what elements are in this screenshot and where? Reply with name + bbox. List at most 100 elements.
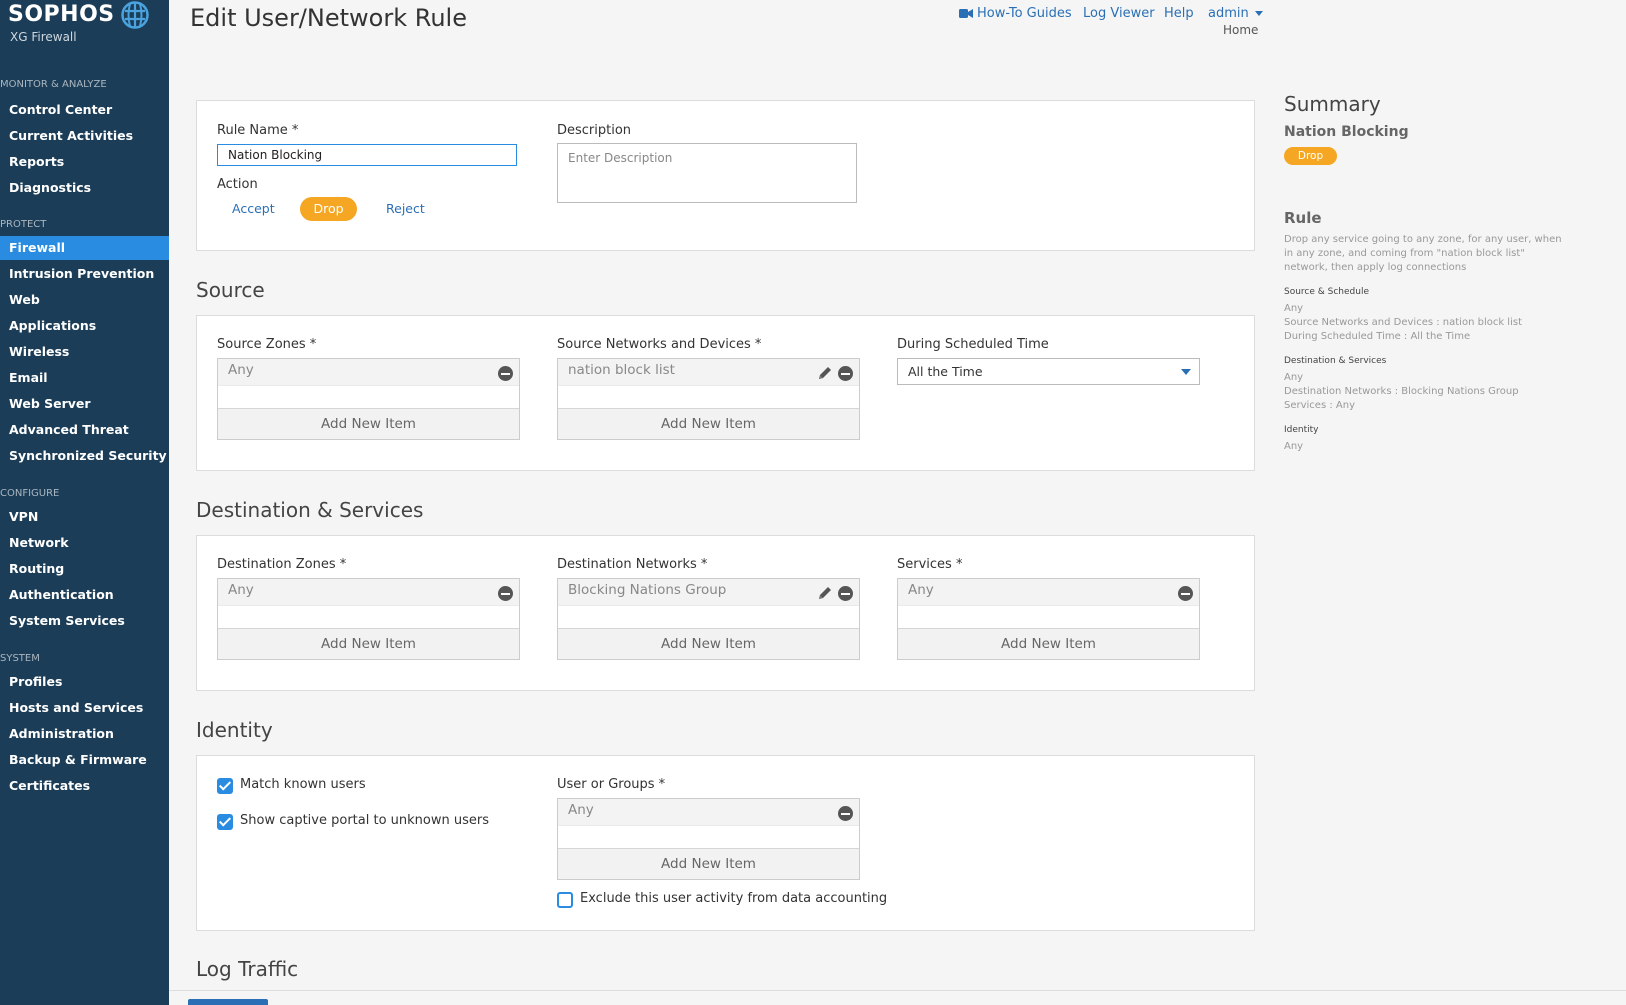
remove-icon[interactable] (838, 806, 853, 821)
help-link[interactable]: Help (1164, 6, 1194, 21)
globe-icon (121, 1, 149, 29)
action-accept[interactable]: Accept (232, 201, 275, 216)
identity-panel: Match known users Show captive portal to… (196, 755, 1255, 931)
description-textarea[interactable]: Enter Description (557, 143, 857, 203)
add-new-item-button[interactable]: Add New Item (218, 628, 519, 659)
summary-rule-description: Drop any service going to any zone, for … (1284, 234, 1562, 273)
add-new-item-button[interactable]: Add New Item (558, 408, 859, 439)
log-viewer-link[interactable]: Log Viewer (1083, 6, 1155, 21)
sidebar-item-reports[interactable]: Reports (0, 150, 169, 174)
source-zones-label: Source Zones * (217, 337, 317, 352)
video-camera-icon (959, 9, 973, 18)
admin-menu[interactable]: admin (1208, 6, 1263, 21)
section-configure: CONFIGURE (0, 488, 60, 499)
pencil-icon[interactable] (817, 365, 833, 381)
section-monitor-analyze: MONITOR & ANALYZE (0, 79, 107, 90)
destination-panel: Destination Zones * Any Add New Item Des… (196, 535, 1255, 691)
sidebar-item-web-server[interactable]: Web Server (0, 392, 169, 416)
sidebar-item-control-center[interactable]: Control Center (0, 98, 169, 122)
section-system: SYSTEM (0, 653, 40, 664)
summary-destination-heading: Destination & Services (1284, 356, 1387, 366)
summary-source-line: Source Networks and Devices : nation blo… (1284, 317, 1522, 328)
summary-destination-line: Services : Any (1284, 400, 1355, 411)
remove-icon[interactable] (838, 586, 853, 601)
sidebar-item-administration[interactable]: Administration (0, 722, 169, 746)
rule-panel: Rule Name * Nation Blocking Action Accep… (196, 100, 1255, 251)
howto-guides-link[interactable]: How-To Guides (977, 6, 1072, 21)
sidebar-item-network[interactable]: Network (0, 531, 169, 555)
summary-source-line: Any (1284, 303, 1304, 314)
admin-label: admin (1208, 6, 1249, 21)
action-reject[interactable]: Reject (386, 201, 425, 216)
add-new-item-button[interactable]: Add New Item (898, 628, 1199, 659)
summary-action-badge: Drop (1284, 147, 1337, 165)
match-known-users-label: Match known users (240, 777, 366, 792)
exclude-data-accounting-checkbox[interactable] (557, 892, 573, 908)
main-content: Edit User/Network Rule How-To Guides Log… (169, 0, 1626, 1005)
summary-destination-line: Any (1284, 372, 1304, 383)
destination-zones-label: Destination Zones * (217, 557, 347, 572)
destination-networks-picker: Blocking Nations Group Add New Item (557, 578, 860, 660)
match-known-users-checkbox[interactable] (217, 778, 233, 794)
sidebar-item-hosts-and-services[interactable]: Hosts and Services (0, 696, 169, 720)
breadcrumb-home[interactable]: Home (1223, 23, 1258, 37)
caret-down-icon (1181, 369, 1191, 375)
captive-portal-checkbox[interactable] (217, 814, 233, 830)
action-label: Action (217, 177, 258, 192)
rule-name-input[interactable]: Nation Blocking (217, 144, 517, 166)
sidebar-item-firewall[interactable]: Firewall (0, 236, 169, 260)
remove-icon[interactable] (498, 586, 513, 601)
sidebar-item-system-services[interactable]: System Services (0, 609, 169, 633)
summary-title: Summary (1284, 92, 1381, 116)
sidebar-item-wireless[interactable]: Wireless (0, 340, 169, 364)
remove-icon[interactable] (498, 366, 513, 381)
exclude-data-accounting-label: Exclude this user activity from data acc… (580, 891, 888, 906)
rule-name-label: Rule Name * (217, 123, 299, 138)
source-networks-label: Source Networks and Devices * (557, 337, 762, 352)
sidebar-item-web[interactable]: Web (0, 288, 169, 312)
summary-source-line: During Scheduled Time : All the Time (1284, 331, 1471, 342)
sidebar-item-diagnostics[interactable]: Diagnostics (0, 176, 169, 200)
sidebar-item-synchronized-security[interactable]: Synchronized Security (0, 444, 169, 468)
source-zones-picker: Any Add New Item (217, 358, 520, 440)
schedule-select[interactable]: All the Time (897, 358, 1200, 385)
add-new-item-button[interactable]: Add New Item (558, 848, 859, 879)
summary-destination-line: Destination Networks : Blocking Nations … (1284, 386, 1519, 397)
source-heading: Source (196, 278, 265, 302)
captive-portal-label: Show captive portal to unknown users (240, 813, 489, 828)
remove-icon[interactable] (1178, 586, 1193, 601)
save-button[interactable] (188, 999, 268, 1005)
section-protect: PROTECT (0, 219, 47, 230)
sidebar-item-routing[interactable]: Routing (0, 557, 169, 581)
services-label: Services * (897, 557, 963, 572)
services-picker: Any Add New Item (897, 578, 1200, 660)
summary-source-heading: Source & Schedule (1284, 287, 1370, 297)
add-new-item-button[interactable]: Add New Item (218, 408, 519, 439)
add-new-item-button[interactable]: Add New Item (558, 628, 859, 659)
identity-heading: Identity (196, 718, 273, 742)
sidebar-item-backup-firmware[interactable]: Backup & Firmware (0, 748, 169, 772)
source-zones-value: Any (228, 362, 254, 378)
action-drop[interactable]: Drop (300, 197, 357, 221)
sidebar-item-vpn[interactable]: VPN (0, 505, 169, 529)
page-title: Edit User/Network Rule (190, 4, 467, 32)
summary-rule-name: Nation Blocking (1284, 124, 1409, 140)
sidebar-item-current-activities[interactable]: Current Activities (0, 124, 169, 148)
sidebar-item-advanced-threat[interactable]: Advanced Threat (0, 418, 169, 442)
remove-icon[interactable] (838, 366, 853, 381)
sidebar-item-email[interactable]: Email (0, 366, 169, 390)
sidebar-item-intrusion-prevention[interactable]: Intrusion Prevention (0, 262, 169, 286)
source-panel: Source Zones * Any Add New Item Source N… (196, 315, 1255, 471)
pencil-icon[interactable] (817, 585, 833, 601)
brand-name: SOPHOS (8, 2, 115, 27)
sidebar-item-certificates[interactable]: Certificates (0, 774, 169, 798)
user-groups-picker: Any Add New Item (557, 798, 860, 880)
sidebar-item-profiles[interactable]: Profiles (0, 670, 169, 694)
chevron-down-icon (1254, 11, 1263, 16)
destination-networks-label: Destination Networks * (557, 557, 708, 572)
schedule-value: All the Time (908, 364, 983, 379)
destination-zones-value: Any (228, 582, 254, 598)
schedule-label: During Scheduled Time (897, 337, 1049, 352)
sidebar-item-authentication[interactable]: Authentication (0, 583, 169, 607)
sidebar-item-applications[interactable]: Applications (0, 314, 169, 338)
